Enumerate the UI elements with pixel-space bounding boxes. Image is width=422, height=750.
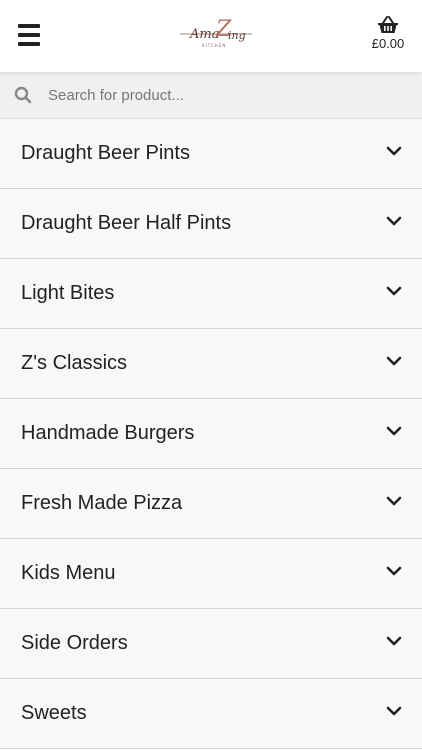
svg-text:Ama: Ama <box>189 27 219 42</box>
category-label: Draught Beer Pints <box>21 142 190 164</box>
category-label: Handmade Burgers <box>21 422 195 444</box>
chevron-down-icon <box>386 566 402 575</box>
category-label: Side Orders <box>21 632 128 654</box>
menu-bar <box>18 33 40 37</box>
category-label: Z's Classics <box>21 352 128 374</box>
chevron-down-icon <box>386 706 402 715</box>
basket-icon <box>378 16 398 33</box>
chevron-down-icon <box>386 146 402 155</box>
amazing-kitchen-logo[interactable]: Ama Z ing KITCHEN <box>178 14 254 54</box>
chevron-down-icon <box>386 286 402 295</box>
app-header: Ama Z ing KITCHEN £0.00 <box>0 0 422 72</box>
category-list: Draught Beer Pints Draught Beer Half Pin… <box>0 119 422 749</box>
category-fresh-made-pizza[interactable]: Fresh Made Pizza <box>0 469 422 539</box>
category-kids-menu[interactable]: Kids Menu <box>0 539 422 609</box>
category-handmade-burgers[interactable]: Handmade Burgers <box>0 399 422 469</box>
category-zs-classics[interactable]: Z's Classics <box>0 329 422 399</box>
category-light-bites[interactable]: Light Bites <box>0 259 422 329</box>
svg-text:ing: ing <box>228 29 246 42</box>
search-input[interactable] <box>46 85 390 105</box>
category-label: Draught Beer Half Pints <box>21 212 232 234</box>
hamburger-menu-button[interactable] <box>18 24 40 46</box>
chevron-down-icon <box>386 426 402 435</box>
category-draught-beer-pints[interactable]: Draught Beer Pints <box>0 119 422 189</box>
category-label: Sweets <box>21 702 87 724</box>
search-icon <box>14 86 32 104</box>
svg-text:KITCHEN: KITCHEN <box>202 43 226 48</box>
category-label: Kids Menu <box>21 562 116 584</box>
chevron-down-icon <box>386 636 402 645</box>
category-sweets[interactable]: Sweets <box>0 679 422 749</box>
search-bar <box>0 72 422 119</box>
category-draught-beer-half-pints[interactable]: Draught Beer Half Pints <box>0 189 422 259</box>
category-label: Light Bites <box>21 282 115 304</box>
category-label: Fresh Made Pizza <box>21 492 183 514</box>
category-side-orders[interactable]: Side Orders <box>0 609 422 679</box>
chevron-down-icon <box>386 356 402 365</box>
chevron-down-icon <box>386 216 402 225</box>
chevron-down-icon <box>386 496 402 505</box>
cart-total: £0.00 <box>371 36 405 51</box>
cart-button[interactable]: £0.00 <box>368 16 408 51</box>
menu-bar <box>18 24 40 28</box>
menu-bar <box>18 42 40 46</box>
